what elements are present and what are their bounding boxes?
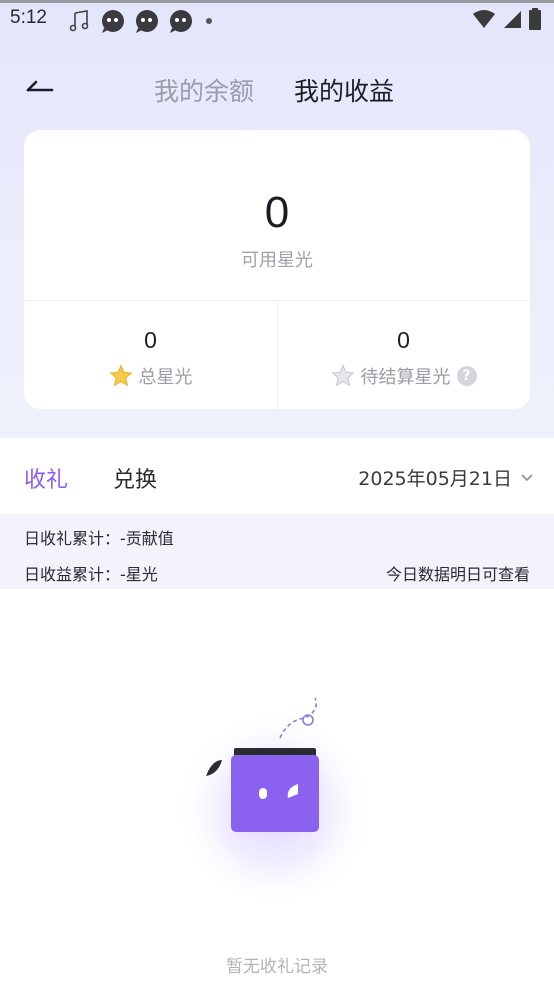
- dot-icon: [206, 18, 212, 24]
- top-edge-line: [0, 0, 554, 3]
- empty-box-illustration: [175, 697, 375, 900]
- daily-summary: 日收礼累计：-贡献值 日收益累计：-星光 今日数据明日可查看: [0, 514, 554, 589]
- pending-starlight-value: 0: [397, 327, 410, 353]
- date-picker[interactable]: 2025年05月21日: [358, 464, 534, 491]
- music-note-icon: [69, 10, 89, 32]
- total-starlight-stat: 0 总星光: [24, 301, 277, 409]
- grey-star-icon: [331, 364, 354, 387]
- system-icons: [472, 8, 542, 30]
- back-arrow-icon: [26, 80, 54, 92]
- tab-gifts-received[interactable]: 收礼: [24, 462, 68, 494]
- date-picker-value: 2025年05月21日: [358, 468, 512, 490]
- tab-exchange[interactable]: 兑换: [113, 462, 157, 494]
- battery-icon: [529, 8, 541, 30]
- back-button[interactable]: [20, 70, 60, 104]
- records-tab-bar: 收礼 兑换 2025年05月21日: [0, 438, 554, 514]
- signal-icon: [504, 11, 521, 28]
- chevron-down-icon: [521, 473, 533, 481]
- status-bar: 5:12: [0, 4, 554, 34]
- help-icon[interactable]: ?: [456, 366, 477, 386]
- status-time: 5:12: [10, 7, 47, 28]
- app-notification-icon: [136, 10, 158, 33]
- app-notification-icon: [102, 10, 124, 33]
- daily-earning-total: 日收益累计：-星光: [24, 565, 158, 584]
- pending-starlight-stat: 0 待结算星光 ?: [277, 301, 530, 409]
- starlight-card: 0 可用星光 0 总星光 0 待结算星光 ?: [24, 130, 530, 409]
- tab-my-earnings[interactable]: 我的收益: [294, 72, 394, 108]
- total-starlight-value: 0: [144, 327, 157, 353]
- gold-star-icon: [109, 364, 132, 387]
- total-starlight-label: 总星光: [138, 367, 193, 388]
- tab-my-balance[interactable]: 我的余额: [154, 72, 254, 108]
- pending-starlight-label: 待结算星光: [360, 367, 451, 388]
- daily-gift-total: 日收礼累计：-贡献值: [24, 529, 174, 548]
- empty-state-text: 暂无收礼记录: [226, 957, 328, 977]
- available-starlight-label: 可用星光: [241, 250, 313, 271]
- wifi-icon: [473, 10, 495, 28]
- data-availability-note: 今日数据明日可查看: [385, 565, 530, 584]
- notification-icons: [68, 8, 216, 34]
- available-starlight-value: 0: [264, 188, 290, 237]
- app-notification-icon: [170, 10, 192, 33]
